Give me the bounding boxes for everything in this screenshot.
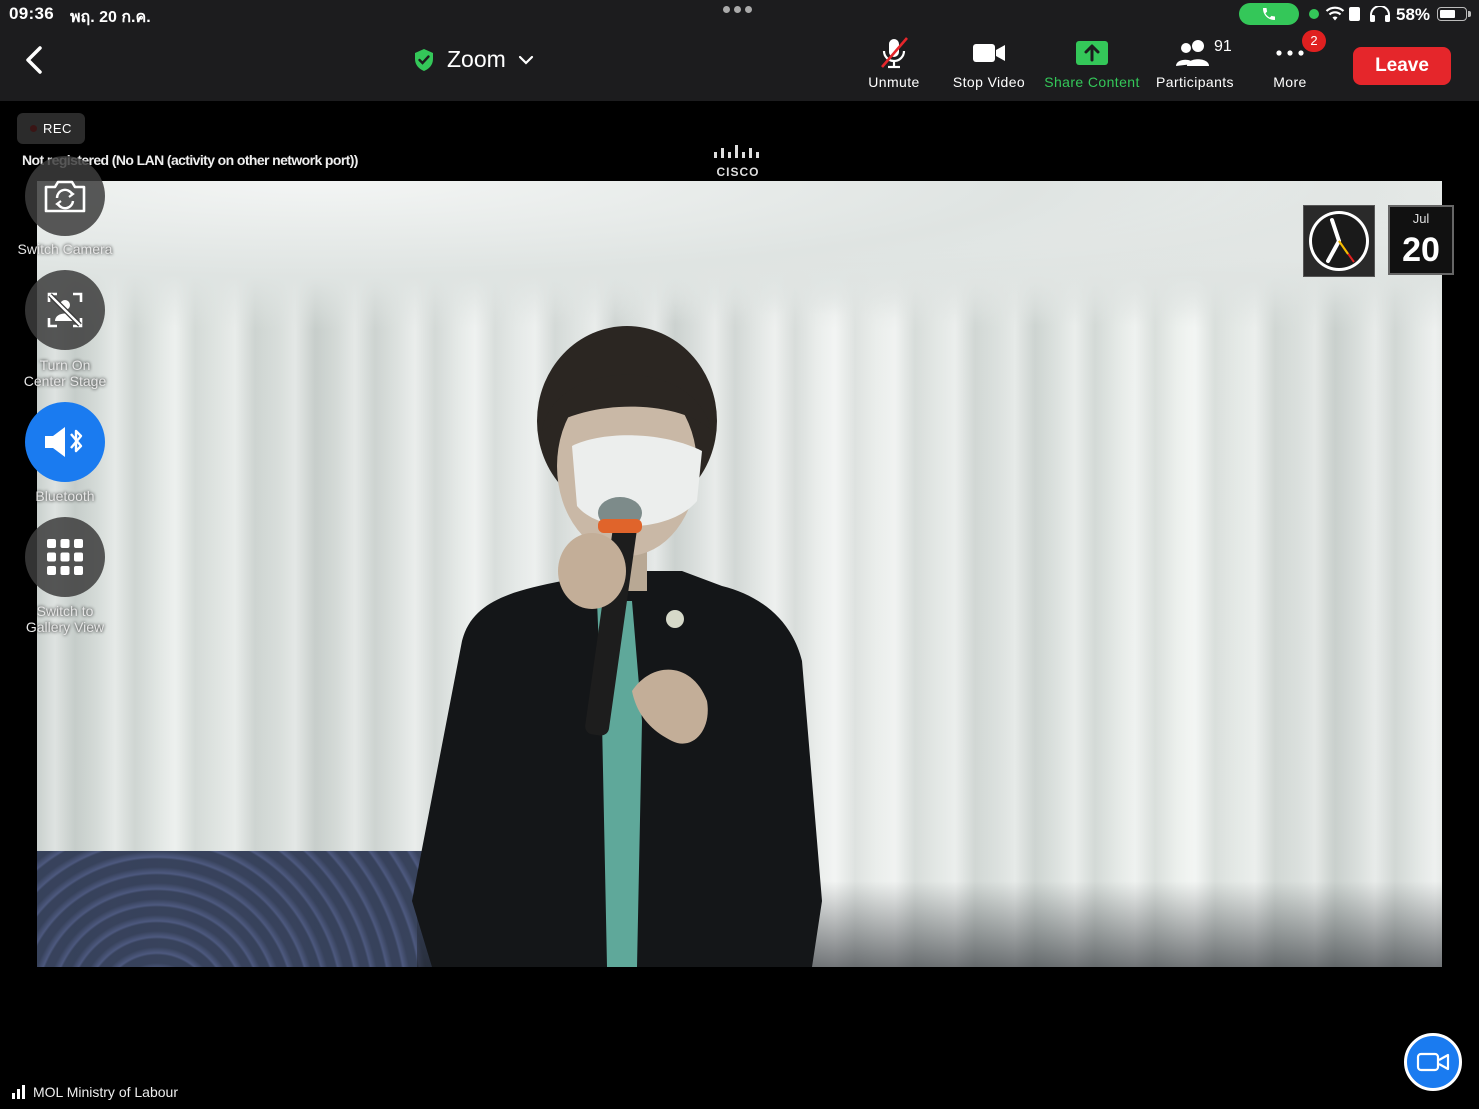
analog-clock-overlay <box>1303 205 1375 277</box>
share-screen-icon <box>1076 41 1108 65</box>
unmute-label: Unmute <box>868 74 920 90</box>
headphones-icon <box>1370 6 1390 22</box>
shield-check-icon <box>415 48 433 71</box>
participants-icon <box>1176 40 1209 66</box>
switch-camera-label: Switch Camera <box>17 241 113 257</box>
participants-count: 91 <box>1214 38 1232 55</box>
stop-video-label: Stop Video <box>952 74 1026 90</box>
recording-indicator: REC <box>17 113 85 144</box>
share-content-button[interactable]: Share Content <box>1040 36 1144 96</box>
meeting-title: Zoom <box>447 46 506 72</box>
battery-percent: 58% <box>1396 5 1431 24</box>
calendar-day: 20 <box>1402 231 1440 269</box>
calendar-month: Jul <box>1412 211 1430 226</box>
gallery-label-line2: Gallery View <box>25 619 105 635</box>
gallery-label-line1: Switch to <box>36 603 94 619</box>
back-chevron-icon[interactable] <box>18 42 52 78</box>
speaker-name-tag: MOL Ministry of Labour <box>11 1084 178 1100</box>
active-speaker-video[interactable] <box>37 181 1442 967</box>
battery-nub <box>1468 11 1471 17</box>
cisco-bars-icon <box>714 145 759 158</box>
center-stage-label: Turn On Center Stage <box>0 357 130 389</box>
calendar-overlay: Jul 20 <box>1388 205 1454 275</box>
speaker-name: MOL Ministry of Labour <box>33 1084 178 1100</box>
status-time: 09:36 <box>9 4 54 23</box>
more-label: More <box>1273 74 1307 90</box>
cisco-logo: CISCO <box>712 145 764 179</box>
multitasking-dots-icon[interactable] <box>723 6 752 13</box>
participants-label: Participants <box>1156 74 1234 90</box>
wifi-icon <box>1325 6 1345 21</box>
signal-bars-icon <box>12 1085 25 1099</box>
self-view-camera-button[interactable] <box>1404 1033 1462 1091</box>
status-bar: 09:36 พฤ. 20 ก.ค. 58% <box>0 0 1479 30</box>
speaker-figure <box>412 326 822 967</box>
phone-icon <box>1263 8 1275 20</box>
carpet-pattern <box>37 851 437 967</box>
battery-icon <box>1437 7 1467 21</box>
center-stage-button[interactable] <box>25 270 105 350</box>
status-date: พฤ. 20 ก.ค. <box>70 9 151 26</box>
record-dot-icon <box>30 125 37 132</box>
center-stage-label-line2: Center Stage <box>23 373 107 389</box>
switch-camera-icon <box>44 180 86 213</box>
meeting-title-dropdown[interactable]: Zoom <box>413 46 534 73</box>
switch-camera-button[interactable] <box>25 156 105 236</box>
center-stage-label-line1: Turn On <box>39 357 91 373</box>
bluetooth-label: Bluetooth <box>35 488 95 504</box>
rec-label: REC <box>43 121 72 136</box>
meeting-toolbar: Zoom Unmute Stop Video Share Content Par… <box>0 30 1479 101</box>
bluetooth-audio-button[interactable] <box>25 402 105 482</box>
gallery-view-label: Switch to Gallery View <box>0 603 130 635</box>
more-dots-icon <box>1276 50 1304 56</box>
chevron-down-icon <box>518 55 533 65</box>
muted-mic-icon <box>881 37 908 69</box>
gallery-view-button[interactable] <box>25 517 105 597</box>
active-call-pill[interactable] <box>1239 3 1299 25</box>
leave-button[interactable]: Leave <box>1353 47 1451 85</box>
grid-icon <box>47 539 83 575</box>
cisco-text: CISCO <box>716 165 760 179</box>
video-camera-icon <box>973 44 1005 62</box>
stop-video-button[interactable]: Stop Video <box>948 36 1030 96</box>
center-stage-off-icon <box>47 292 83 328</box>
bluetooth-speaker-icon <box>45 427 83 457</box>
clock-icon <box>1309 211 1369 271</box>
orientation-lock-icon <box>1349 7 1360 21</box>
share-content-label: Share Content <box>1044 74 1140 90</box>
unmute-button[interactable]: Unmute <box>858 36 930 96</box>
camera-in-use-indicator <box>1309 9 1319 19</box>
video-camera-outline-icon <box>1416 1052 1450 1072</box>
more-notification-badge: 2 <box>1302 30 1326 52</box>
